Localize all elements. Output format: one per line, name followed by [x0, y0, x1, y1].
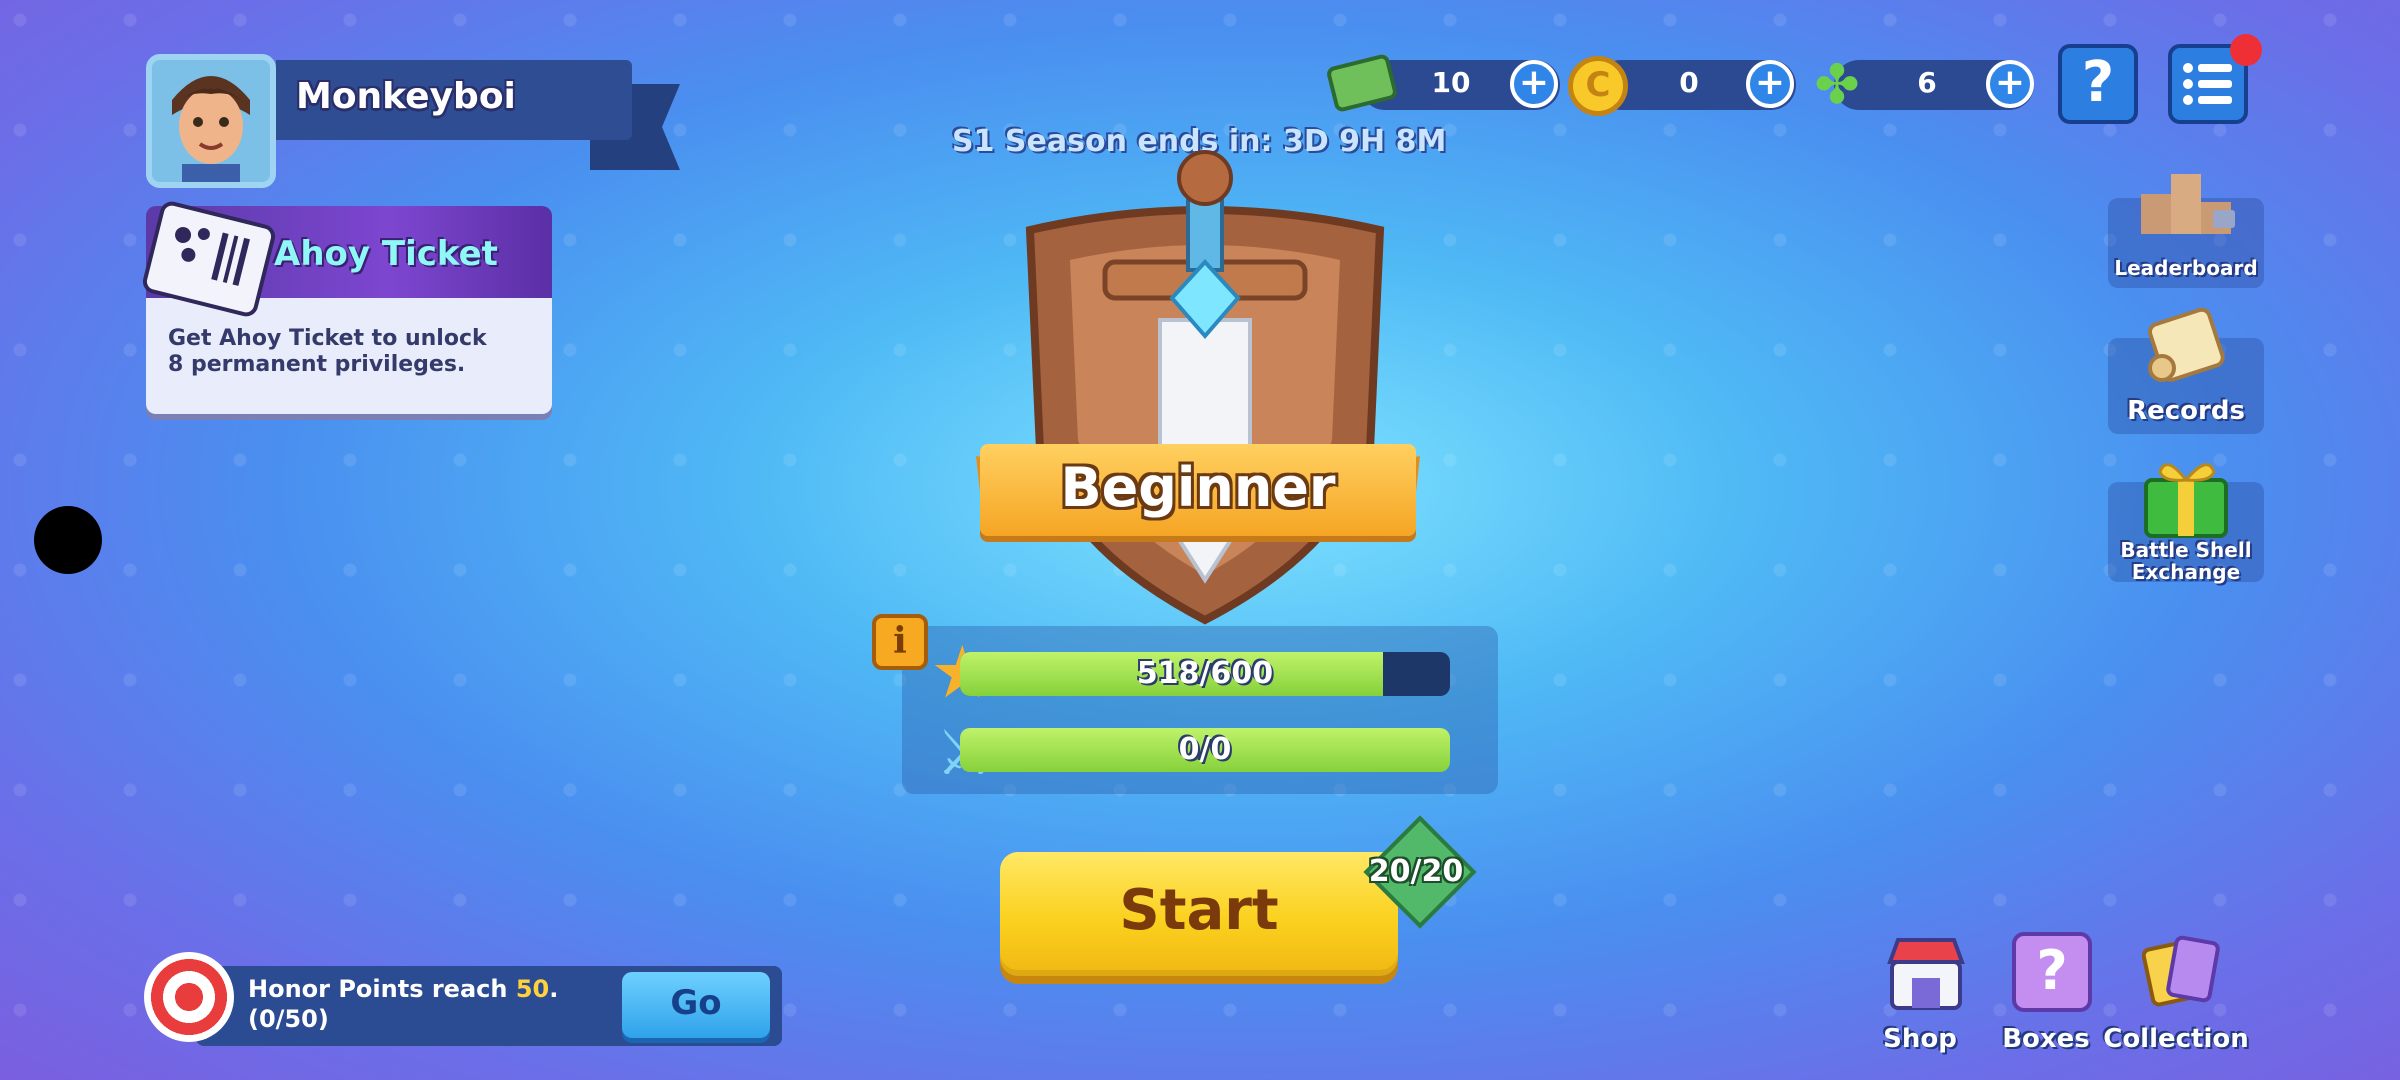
start-label: Start: [1119, 878, 1279, 943]
battle-progress-bar: 0/0: [960, 728, 1450, 772]
quest-prefix: Honor Points reach: [248, 975, 516, 1003]
sword-shield-icon: [1025, 150, 1385, 625]
target-icon: [144, 952, 234, 1042]
rank-name: Beginner: [1060, 456, 1336, 519]
honor-progress-text: 518/600: [1136, 656, 1274, 691]
battle-progress-text: 0/0: [1178, 732, 1232, 767]
quest-suffix: .: [549, 975, 559, 1003]
avatar-face-icon: [152, 60, 270, 182]
info-button[interactable]: i: [872, 614, 928, 670]
cash-value: 10: [1431, 66, 1471, 99]
ahoy-ticket-title: Ahoy Ticket: [274, 234, 498, 274]
quest-description: Honor Points reach 50. (0/50): [248, 974, 558, 1034]
ahoy-ticket-description: Get Ahoy Ticket to unlock 8 permanent pr…: [168, 326, 538, 378]
collection-label: Collection: [2103, 1024, 2249, 1054]
coin-icon: C: [1568, 56, 1628, 116]
leaderboard-label: Leaderboard: [2114, 256, 2258, 280]
collection-button[interactable]: Collection: [2103, 928, 2249, 1054]
add-clover-button[interactable]: +: [1986, 60, 2034, 108]
ticket-desc-line2: 8 permanent privileges.: [168, 352, 466, 377]
clover-value: 6: [1917, 66, 1937, 99]
boxes-button[interactable]: ? Boxes: [1986, 928, 2106, 1054]
player-name: Monkeyboi: [296, 76, 516, 117]
quest-target: 50: [515, 975, 550, 1003]
honor-progress-bar: 518/600: [960, 652, 1450, 696]
player-avatar[interactable]: [146, 54, 276, 188]
touch-indicator: [34, 506, 102, 574]
rank-shield-emblem: [1010, 150, 1400, 630]
quest-line1: Honor Points reach 50.: [248, 974, 558, 1004]
podium-icon: [2141, 174, 2235, 234]
notification-dot: [2230, 34, 2262, 66]
battle-shell-label-1: Battle Shell: [2120, 538, 2252, 562]
start-button[interactable]: Start: [1000, 852, 1398, 976]
help-button[interactable]: ?: [2058, 44, 2138, 124]
energy-count: 20/20: [1368, 854, 1464, 889]
leaderboard-button[interactable]: Leaderboard: [2108, 174, 2264, 288]
clover-icon: ✤: [1814, 53, 1860, 116]
battle-shell-label-2: Exchange: [2131, 560, 2241, 584]
battle-shell-exchange-button[interactable]: Battle Shell Exchange: [2108, 463, 2264, 584]
gift-box-icon: [2144, 463, 2228, 538]
mystery-box-icon: ?: [2012, 932, 2092, 1012]
records-button[interactable]: Records: [2108, 307, 2264, 434]
shop-button[interactable]: Shop: [1860, 928, 1980, 1054]
cards-icon: [2142, 935, 2220, 1007]
add-coins-button[interactable]: +: [1746, 60, 1794, 108]
quest-go-button[interactable]: Go: [622, 972, 770, 1038]
records-label: Records: [2127, 396, 2245, 426]
quest-progress: (0/50): [248, 1005, 329, 1033]
scroll-icon: [2147, 307, 2225, 382]
coin-value: 0: [1679, 66, 1699, 99]
ticket-desc-line1: Get Ahoy Ticket to unlock: [168, 326, 487, 351]
add-cash-button[interactable]: +: [1510, 60, 1558, 108]
shop-icon: [1887, 938, 1965, 1010]
